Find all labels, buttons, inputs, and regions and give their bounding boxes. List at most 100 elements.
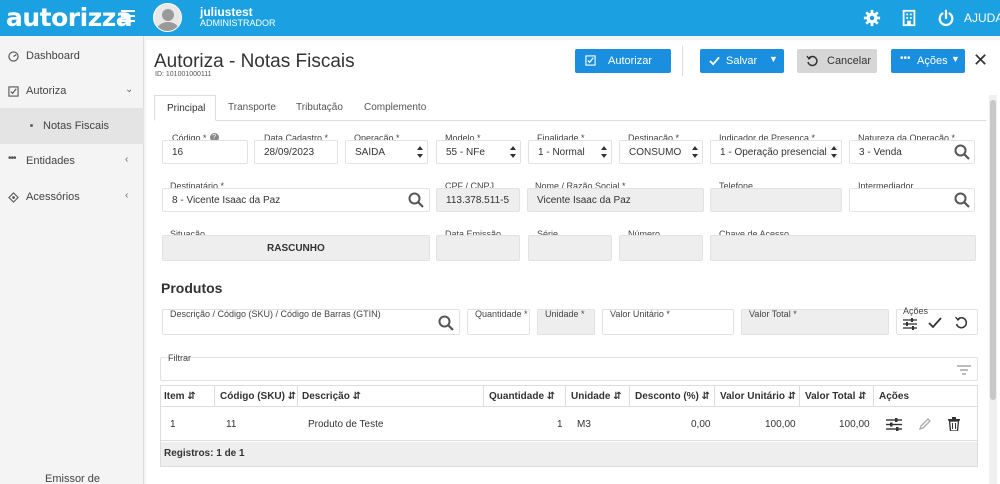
undo-icon[interactable] bbox=[954, 316, 968, 330]
cell-descricao: Produto de Teste bbox=[308, 419, 384, 430]
cell-item: 1 bbox=[170, 419, 176, 430]
sidebar-item-label: Entidades bbox=[26, 155, 75, 167]
user-role: ADMINISTRADOR bbox=[200, 18, 276, 28]
scrollbar[interactable] bbox=[989, 95, 997, 484]
codigo-field[interactable]: 16 bbox=[162, 140, 248, 164]
pencil-icon[interactable] bbox=[918, 417, 932, 431]
natureza-field[interactable]: 3 - Venda bbox=[849, 140, 975, 164]
chave-field bbox=[710, 235, 976, 261]
main-panel: Autoriza - Notas Fiscais ID: 10100100011… bbox=[146, 40, 1000, 484]
col-codigo[interactable]: Código (SKU) ⇵ bbox=[220, 391, 296, 402]
filter-icon[interactable] bbox=[957, 365, 971, 376]
intermediador-field[interactable] bbox=[849, 188, 975, 212]
telefone-field bbox=[710, 188, 842, 212]
app-logo[interactable]: autorizza bbox=[6, 4, 133, 32]
modelo-select[interactable]: 55 - NFe bbox=[436, 140, 521, 164]
sidebar-item-autoriza[interactable]: Autoriza ⌄ bbox=[0, 73, 144, 109]
numero-field bbox=[619, 235, 703, 261]
col-unidade[interactable]: Unidade ⇵ bbox=[571, 391, 622, 402]
tab-bar: Principal Transporte Tributação Compleme… bbox=[154, 95, 986, 121]
acoes-button[interactable]: ••• Ações ▼ bbox=[891, 49, 965, 73]
search-icon[interactable] bbox=[438, 315, 454, 331]
cancelar-button[interactable]: Cancelar bbox=[797, 49, 877, 73]
cpf-field: 113.378.511-5 bbox=[436, 188, 520, 212]
tab-tributacao[interactable]: Tributação bbox=[290, 95, 352, 121]
caret-down-icon[interactable]: ▼ bbox=[769, 54, 778, 64]
table-row[interactable]: 1 11 Produto de Teste 1 M3 0,00 100,00 1… bbox=[161, 407, 977, 441]
sidebar-item-label: Dashboard bbox=[26, 50, 80, 62]
cell-unidade: M3 bbox=[577, 419, 591, 430]
unidade-field: Unidade * bbox=[537, 309, 595, 335]
filtrar-input[interactable]: Filtrar bbox=[160, 353, 978, 381]
sidebar-item-label: Acessórios bbox=[26, 191, 80, 203]
gear-icon[interactable] bbox=[863, 9, 881, 27]
sidebar-item-entidades[interactable]: ••• Entidades ‹ bbox=[0, 143, 144, 179]
sliders-icon[interactable] bbox=[903, 318, 917, 330]
page-title: Autoriza - Notas Fiscais bbox=[154, 51, 355, 72]
trash-icon[interactable] bbox=[948, 417, 960, 431]
updown-arrows-icon bbox=[601, 146, 607, 158]
salvar-button[interactable]: Salvar ▼ bbox=[700, 49, 784, 73]
valor-total-field: Valor Total * bbox=[741, 309, 889, 335]
produtos-table: Item ⇵ Código (SKU) ⇵ Descrição ⇵ Quanti… bbox=[160, 385, 978, 467]
updown-arrows-icon bbox=[692, 146, 698, 158]
checkbox-icon bbox=[8, 86, 19, 97]
sidebar-item-notas-fiscais[interactable]: Notas Fiscais bbox=[0, 108, 144, 144]
chevron-down-icon: ⌄ bbox=[125, 84, 134, 95]
sliders-icon[interactable] bbox=[886, 418, 902, 431]
check-icon[interactable] bbox=[928, 317, 942, 329]
scrollbar-thumb[interactable] bbox=[990, 100, 996, 400]
user-name: juliustest bbox=[200, 5, 253, 19]
building-icon[interactable] bbox=[900, 9, 918, 27]
ellipsis-icon: ••• bbox=[8, 153, 17, 164]
destinacao-select[interactable]: CONSUMO bbox=[619, 140, 703, 164]
tab-principal[interactable]: Principal bbox=[154, 95, 216, 121]
avatar[interactable] bbox=[153, 3, 182, 32]
destinatario-field[interactable]: 8 - Vicente Isaac da Paz bbox=[162, 188, 430, 212]
accessories-icon bbox=[8, 192, 19, 203]
power-icon[interactable] bbox=[937, 9, 955, 27]
caret-down-icon: ▼ bbox=[951, 54, 960, 64]
col-valor-unitario[interactable]: Valor Unitário ⇵ bbox=[720, 391, 796, 402]
data-emissao-field bbox=[436, 235, 520, 261]
col-valor-total[interactable]: Valor Total ⇵ bbox=[805, 391, 867, 402]
updown-arrows-icon bbox=[417, 146, 423, 158]
search-icon[interactable] bbox=[954, 192, 970, 208]
page-id: ID: 101001000111 bbox=[155, 71, 212, 78]
produto-acoes-box: Ações bbox=[896, 306, 978, 335]
operacao-select[interactable]: SAÍDA bbox=[345, 140, 428, 164]
sidebar-item-dashboard[interactable]: Dashboard bbox=[0, 38, 144, 74]
quantidade-field[interactable]: Quantidade * bbox=[467, 309, 530, 335]
registros-count: Registros: 1 de 1 bbox=[164, 448, 245, 459]
col-descricao[interactable]: Descrição ⇵ bbox=[302, 391, 361, 402]
table-header: Item ⇵ Código (SKU) ⇵ Descrição ⇵ Quanti… bbox=[161, 386, 977, 407]
search-icon[interactable] bbox=[954, 144, 970, 160]
indicador-select[interactable]: 1 - Operação presencial bbox=[710, 140, 842, 164]
autorizar-button[interactable]: Autorizar bbox=[575, 49, 671, 73]
col-quantidade[interactable]: Quantidade ⇵ bbox=[489, 391, 555, 402]
updown-arrows-icon bbox=[510, 146, 516, 158]
col-item[interactable]: Item ⇵ bbox=[164, 391, 196, 402]
produto-search-input[interactable]: Descrição / Código (SKU) / Código de Bar… bbox=[162, 309, 460, 335]
checkbox-icon bbox=[585, 55, 596, 66]
valor-unitario-field[interactable]: Valor Unitário * bbox=[602, 309, 734, 335]
chevron-left-icon: ‹ bbox=[125, 190, 129, 201]
help-link[interactable]: AJUDA bbox=[964, 11, 1000, 25]
finalidade-select[interactable]: 1 - Normal bbox=[528, 140, 612, 164]
tab-complemento[interactable]: Complemento bbox=[358, 95, 438, 121]
undo-icon bbox=[806, 55, 818, 67]
sidebar-item-acessorios[interactable]: Acessórios ‹ bbox=[0, 179, 144, 215]
search-icon[interactable] bbox=[408, 192, 424, 208]
chevron-left-icon: ‹ bbox=[125, 154, 129, 165]
check-icon bbox=[709, 56, 720, 66]
sidebar-item-label: Notas Fiscais bbox=[43, 120, 110, 132]
nome-field: Vicente Isaac da Paz bbox=[527, 188, 704, 212]
col-desconto[interactable]: Desconto (%) ⇵ bbox=[635, 391, 710, 402]
col-acoes: Ações bbox=[879, 391, 910, 402]
cell-quantidade: 1 bbox=[557, 419, 563, 430]
data-cadastro-field[interactable]: 28/09/2023 bbox=[254, 140, 338, 164]
menu-toggle-icon[interactable] bbox=[121, 10, 135, 22]
sidebar: Dashboard Autoriza ⌄ Notas Fiscais ••• E… bbox=[0, 36, 144, 484]
tab-transporte[interactable]: Transporte bbox=[222, 95, 282, 121]
close-icon[interactable]: ✕ bbox=[973, 50, 988, 71]
